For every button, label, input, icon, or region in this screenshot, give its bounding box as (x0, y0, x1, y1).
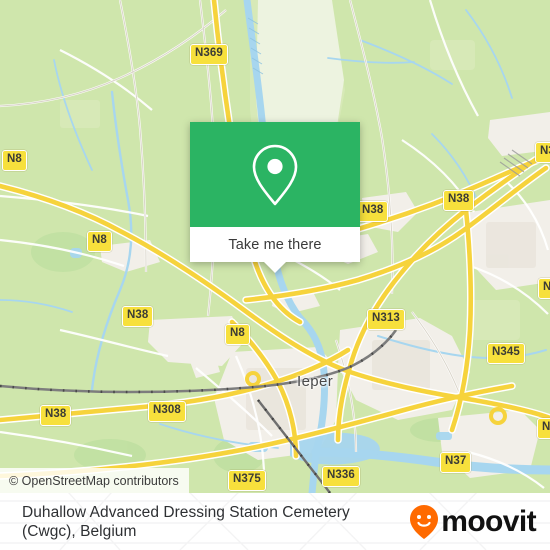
road-shield: N308 (148, 401, 186, 422)
road-shield: N38 (122, 306, 154, 327)
page-title: Duhallow Advanced Dressing Station Cemet… (22, 503, 350, 540)
road-shield: N313 (367, 309, 405, 330)
road-shield: N8 (2, 150, 27, 171)
road-shield: N8 (225, 324, 250, 345)
screen: N369 N8 N8 N38 N38 N36 N38 N8 N313 N345 … (0, 0, 550, 550)
road-shield: N38 (40, 405, 72, 426)
road-shield: N8 (87, 231, 112, 252)
road-shield: N38 (443, 190, 475, 211)
road-shield: N37 (440, 452, 472, 473)
location-popup[interactable]: Take me there (190, 122, 360, 273)
moovit-wordmark: moovit (441, 504, 536, 538)
road-shield: N345 (487, 343, 525, 364)
map-attribution[interactable]: © OpenStreetMap contributors (0, 468, 189, 493)
take-me-there-label: Take me there (228, 236, 322, 253)
popup-image-area (190, 122, 360, 227)
footer-bar: Duhallow Advanced Dressing Station Cemet… (0, 493, 550, 550)
road-shield: N369 (190, 44, 228, 65)
road-shield: N3 (538, 278, 550, 299)
road-shield: N336 (322, 466, 360, 487)
moovit-logo[interactable]: moovit (409, 504, 537, 540)
map-pin-icon (252, 144, 298, 205)
road-shield: N8 (537, 418, 550, 439)
road-shield: N38 (357, 201, 389, 222)
road-shield: N36 (535, 142, 550, 163)
popup-tail-icon (264, 262, 286, 273)
city-label-ieper: Ieper (297, 373, 334, 390)
attribution-text: © OpenStreetMap contributors (9, 473, 179, 488)
moovit-pin-icon (410, 504, 439, 539)
road-shield: N375 (228, 470, 266, 491)
map-canvas[interactable]: N369 N8 N8 N38 N38 N36 N38 N8 N313 N345 … (0, 0, 550, 493)
take-me-there-button[interactable]: Take me there (190, 227, 360, 273)
